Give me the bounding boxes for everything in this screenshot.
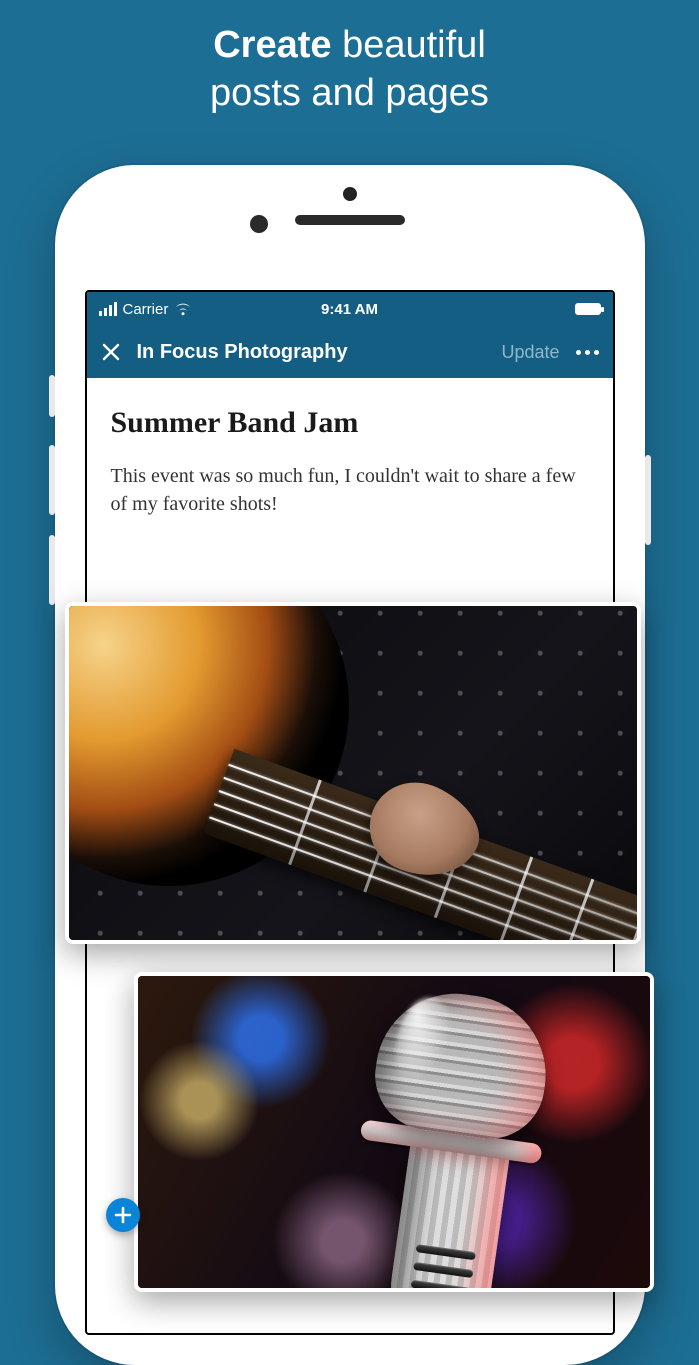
close-button[interactable] bbox=[101, 342, 121, 362]
more-button[interactable] bbox=[576, 350, 599, 355]
phone-side-button bbox=[645, 455, 651, 545]
status-bar: Carrier 9:41 AM bbox=[87, 292, 613, 326]
post-body[interactable]: This event was so much fun, I couldn't w… bbox=[111, 462, 589, 518]
phone-side-button bbox=[49, 535, 55, 605]
promo-headline: Create beautiful posts and pages bbox=[0, 0, 699, 117]
post-image-guitar[interactable] bbox=[65, 602, 641, 944]
carrier-label: Carrier bbox=[123, 301, 169, 318]
promo-rest1: beautiful bbox=[332, 24, 486, 66]
post-title[interactable]: Summer Band Jam bbox=[111, 406, 589, 440]
promo-strong: Create bbox=[213, 24, 331, 66]
signal-icon bbox=[99, 302, 117, 316]
add-icon bbox=[114, 1206, 132, 1224]
add-block-button[interactable] bbox=[106, 1198, 140, 1232]
guitar-illustration bbox=[69, 606, 637, 940]
status-left: Carrier bbox=[99, 301, 193, 318]
update-button[interactable]: Update bbox=[501, 342, 559, 363]
status-right bbox=[575, 303, 601, 315]
phone-camera bbox=[250, 215, 268, 233]
post-image-microphone[interactable] bbox=[134, 972, 654, 1292]
phone-side-button bbox=[49, 445, 55, 515]
phone-side-button bbox=[49, 375, 55, 417]
more-icon bbox=[576, 350, 581, 355]
phone-speaker bbox=[295, 215, 405, 225]
site-title: In Focus Photography bbox=[137, 341, 486, 364]
wifi-icon bbox=[174, 303, 192, 316]
close-icon bbox=[101, 342, 121, 362]
microphone-illustration bbox=[138, 976, 650, 1288]
battery-icon bbox=[575, 303, 601, 315]
editor-navbar: In Focus Photography Update bbox=[87, 326, 613, 378]
promo-line2: posts and pages bbox=[210, 72, 489, 114]
